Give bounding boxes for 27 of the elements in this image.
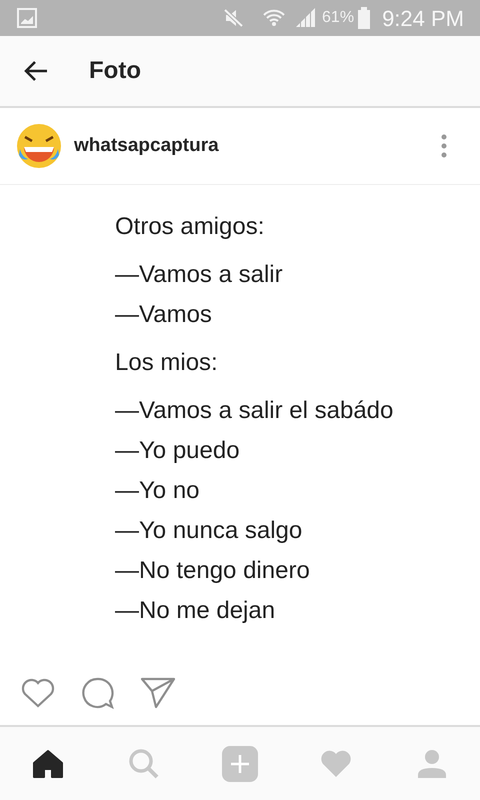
clock: 9:24 PM (382, 4, 464, 32)
send-icon[interactable] (140, 676, 176, 708)
heart-icon (320, 750, 352, 778)
battery-icon (358, 7, 370, 29)
more-options-icon (441, 133, 447, 159)
username-link[interactable]: whatsapcaptura (74, 132, 219, 160)
section-heading: Los mios: (115, 349, 218, 376)
avatar-icon[interactable] (16, 123, 62, 169)
search-icon (128, 748, 160, 780)
dialogue-line: —Vamos (115, 301, 212, 328)
section-heading: Otros amigos: (115, 213, 264, 240)
dialogue-line: —Yo nunca salgo (115, 517, 302, 544)
add-icon (222, 746, 258, 782)
comment-icon[interactable] (81, 676, 115, 710)
image-icon (16, 7, 38, 29)
dialogue-line: —Yo puedo (115, 437, 240, 464)
dialogue-line: —Vamos a salir el sabádo (115, 397, 394, 424)
dialogue-line: —Vamos a salir (115, 261, 283, 288)
dialogue-line: —Yo no (115, 477, 200, 504)
back-arrow-icon (23, 60, 49, 82)
dialogue-line: —No tengo dinero (115, 557, 310, 584)
screen-title: Foto (89, 56, 141, 86)
like-icon[interactable] (20, 676, 56, 708)
battery-percent: 61% (322, 8, 354, 28)
profile-icon (417, 748, 447, 778)
home-icon (32, 748, 64, 778)
dialogue-line: —No me dejan (115, 597, 276, 624)
